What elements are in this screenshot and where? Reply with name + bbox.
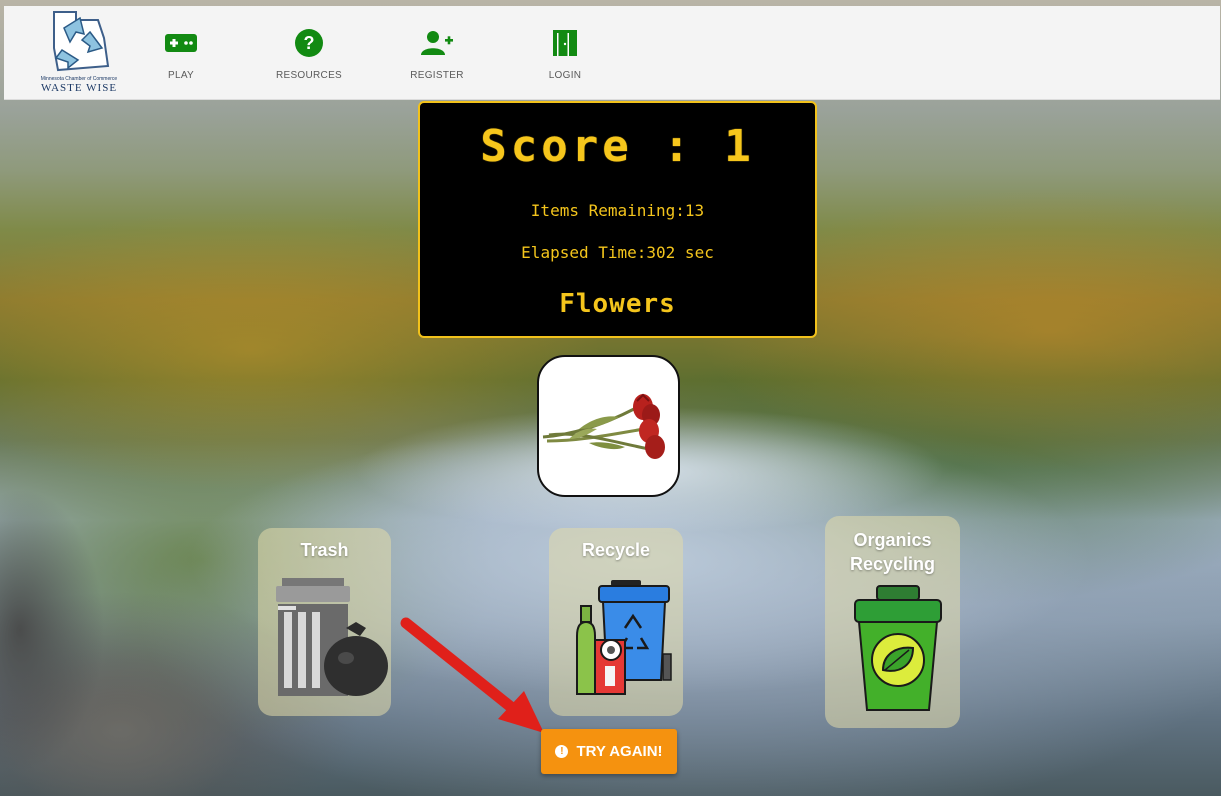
help-circle-icon: ?: [294, 28, 324, 58]
rocks-foreground: [0, 470, 300, 796]
svg-text:?: ?: [304, 33, 315, 53]
alert-icon: !: [555, 745, 569, 758]
logo-title: WASTE WISE: [40, 82, 118, 94]
trash-bin-title: Trash: [300, 540, 349, 560]
organics-bin-icon: [854, 585, 942, 711]
nav-register[interactable]: REGISTER: [392, 28, 482, 81]
current-item-name: Flowers: [559, 289, 676, 319]
nav-login-label: LOGIN: [548, 70, 582, 81]
nav-login[interactable]: LOGIN: [520, 28, 610, 81]
add-user-icon: [420, 28, 454, 58]
door-icon: [551, 28, 579, 58]
nav-play-label: PLAY: [167, 70, 195, 81]
red-arrow-indicator: [400, 617, 544, 733]
waste-wise-logo[interactable]: Minnesota Chamber of Commerce WASTE WISE: [34, 8, 124, 98]
recycle-bin-icon: [576, 580, 672, 695]
try-again-button[interactable]: ! TRY AGAIN!: [541, 729, 677, 774]
nav-register-label: REGISTER: [410, 70, 464, 81]
elapsed-time: Elapsed Time:302 sec: [521, 243, 714, 262]
flowers-image: [542, 393, 665, 459]
items-remaining: Items Remaining:13: [530, 201, 705, 220]
minnesota-recycle-logo-icon: [53, 11, 110, 72]
try-again-label: TRY AGAIN!: [576, 743, 663, 760]
top-nav-bar: Minnesota Chamber of Commerce WASTE WISE…: [4, 6, 1220, 100]
recycle-bin-title: Recycle: [581, 540, 651, 560]
gamepad-icon: [165, 28, 197, 58]
nav-resources[interactable]: ? RESOURCES: [264, 28, 354, 81]
nav-play[interactable]: PLAY: [136, 28, 226, 81]
current-item-card[interactable]: [537, 355, 680, 497]
scoreboard-panel: Score : 1 Items Remaining:13 Elapsed Tim…: [418, 101, 817, 338]
nav-resources-label: RESOURCES: [275, 70, 343, 81]
trash-can-icon: [276, 578, 388, 696]
organics-bin-title: Organics Recycling: [825, 528, 960, 576]
recycle-bin-card[interactable]: Recycle: [549, 528, 683, 716]
trash-bin-card[interactable]: Trash: [258, 528, 391, 716]
organics-bin-card[interactable]: Organics Recycling: [825, 516, 960, 728]
score-display: Score : 1: [480, 121, 755, 172]
organics-title-line1: Organics: [853, 530, 932, 550]
organics-title-line2: Recycling: [849, 554, 936, 574]
